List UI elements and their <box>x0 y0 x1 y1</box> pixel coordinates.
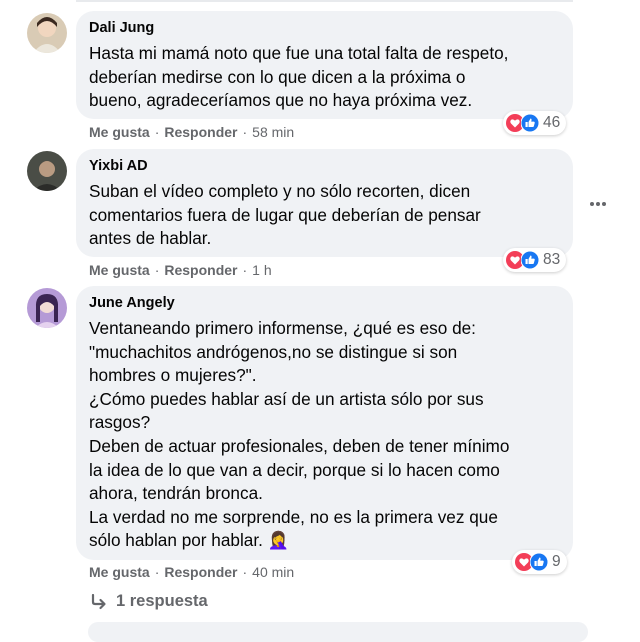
reaction-summary[interactable]: 83 <box>503 248 567 272</box>
comment-line: bueno, agradeceríamos que no haya próxim… <box>89 90 473 111</box>
reaction-summary[interactable]: 46 <box>503 111 567 135</box>
comment-line: Deben de actuar profesionales, deben de … <box>89 435 510 456</box>
previous-bubble-edge <box>76 0 573 2</box>
thumbs-up-reaction-icon <box>521 114 539 132</box>
avatar[interactable] <box>27 151 67 191</box>
comment-line: La verdad no me sorprende, no es la prim… <box>89 506 498 527</box>
comment-line: Suban el vídeo completo y no sólo recort… <box>89 181 471 201</box>
more-options-icon[interactable] <box>588 194 608 214</box>
reaction-count: 9 <box>552 553 561 570</box>
comment-line: comentarios fuera de lugar que deberían … <box>89 204 481 225</box>
comment-author[interactable]: Yixbi AD <box>89 158 148 174</box>
like-button[interactable]: Me gusta <box>89 262 150 278</box>
reaction-count: 83 <box>543 251 561 268</box>
comment-actions: Me gusta · Responder · 58 min <box>89 124 295 140</box>
comment-line: rasgos? <box>89 412 151 433</box>
comment-line: antes de hablar. <box>89 228 212 249</box>
comment-line: Hasta mi mamá noto que fue una total fal… <box>89 43 509 63</box>
comment-bubble: June Angely Ventaneando primero informen… <box>76 286 573 560</box>
like-button[interactable]: Me gusta <box>89 124 150 140</box>
comment-actions: Me gusta · Responder · 40 min <box>89 564 295 580</box>
view-replies-link[interactable]: 1 respuesta <box>90 592 208 611</box>
reply-button[interactable]: Responder <box>164 124 237 140</box>
comment-line: deberían medirse con lo que dicen a la p… <box>89 66 466 87</box>
comment-line: ¿Cómo puedes hablar así de un artista só… <box>89 388 484 409</box>
comment-bubble: Dali Jung Hasta mi mamá noto que fue una… <box>76 11 573 119</box>
comment-author[interactable]: Dali Jung <box>89 20 154 36</box>
comment-time[interactable]: 1 h <box>252 262 271 278</box>
reply-button[interactable]: Responder <box>164 262 237 278</box>
comment-line: Ventaneando primero informense, ¿qué es … <box>89 318 476 338</box>
comment-time[interactable]: 40 min <box>252 564 294 580</box>
comment-time[interactable]: 58 min <box>252 124 294 140</box>
reaction-summary[interactable]: 9 <box>512 550 567 574</box>
avatar[interactable] <box>27 13 67 53</box>
comment-text: Suban el vídeo completo y no sólo recort… <box>89 180 481 251</box>
replies-count-label[interactable]: 1 respuesta <box>116 592 208 611</box>
avatar[interactable] <box>27 288 67 328</box>
comment-line: hombres o mujeres?". <box>89 365 257 386</box>
comment-bubble: Yixbi AD Suban el vídeo completo y no só… <box>76 149 573 257</box>
comment-text: Ventaneando primero informense, ¿qué es … <box>89 317 509 553</box>
comment-actions: Me gusta · Responder · 1 h <box>89 262 272 278</box>
comment-line: la idea de lo que van a decir, porque si… <box>89 459 500 480</box>
comment-author[interactable]: June Angely <box>89 295 175 311</box>
thumbs-up-reaction-icon <box>530 553 548 571</box>
comment-line: sólo hablan por hablar. 🤦‍♀️ <box>89 530 290 551</box>
like-button[interactable]: Me gusta <box>89 564 150 580</box>
reaction-count: 46 <box>543 114 561 131</box>
comment-text: Hasta mi mamá noto que fue una total fal… <box>89 42 508 113</box>
next-bubble-edge <box>88 622 588 642</box>
comment-line: "muchachitos andrógenos,no se distingue … <box>89 341 458 362</box>
reply-button[interactable]: Responder <box>164 564 237 580</box>
reply-arrow-icon <box>91 593 106 609</box>
thumbs-up-reaction-icon <box>521 251 539 269</box>
comment-line: ahora, tendrán bronca. <box>89 483 263 504</box>
